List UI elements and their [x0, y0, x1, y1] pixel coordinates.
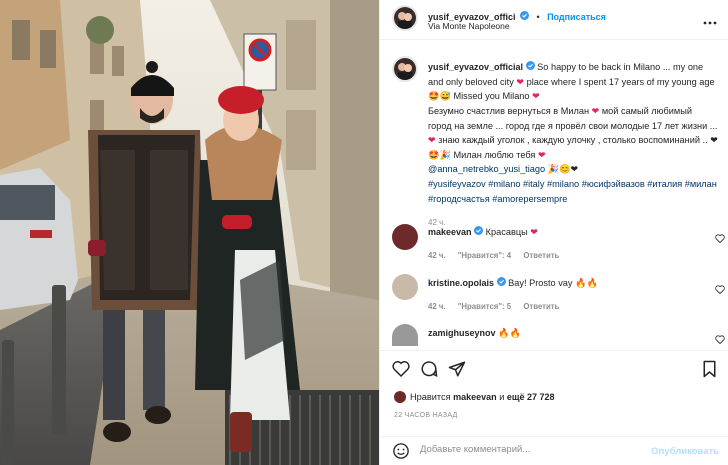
comment-text: Красавцы — [485, 227, 531, 237]
bookmark-icon[interactable] — [702, 360, 717, 383]
street-scene-image — [0, 0, 379, 465]
author-avatar[interactable] — [392, 5, 418, 31]
verified-badge-icon — [525, 60, 535, 75]
share-send-icon[interactable] — [448, 360, 466, 383]
heart-emoji-icon: ❤ — [530, 227, 538, 237]
like-heart-icon[interactable] — [392, 360, 410, 382]
verified-badge-icon — [520, 7, 529, 25]
caption-username[interactable]: yusif_eyvazov_official — [428, 62, 523, 72]
hashtags-link[interactable]: #yusifeyvazov #milano #italy #milano #юс… — [428, 179, 717, 204]
caption-text-en-2: place where I spent 17 years of my young… — [524, 76, 715, 87]
caption-text-ru-4: Милан люблю тебя — [450, 149, 538, 160]
comment-avatar[interactable] — [392, 224, 418, 250]
likes-summary: Нравится makeevan и ещё 27 728 — [410, 392, 555, 402]
smile-emoji-icon: 🤩😅 — [428, 91, 451, 102]
comment-username[interactable]: zamighuseynov — [428, 328, 496, 338]
heart-emoji-icon: ❤ — [532, 91, 540, 102]
post-caption: yusif_eyvazov_official So happy to be ba… — [428, 60, 718, 231]
header-separator: • — [536, 12, 540, 23]
emoji-group-icon: 🔥🔥 — [498, 328, 521, 338]
verified-badge-icon — [496, 277, 506, 290]
comment-avatar[interactable] — [392, 324, 418, 346]
emoji-group-icon: 🔥🔥 — [575, 278, 598, 288]
comment-avatar[interactable] — [392, 274, 418, 300]
caption-avatar[interactable] — [392, 56, 418, 82]
caption-text-en-3: Missed you Milano — [450, 91, 533, 102]
post-photo[interactable] — [0, 0, 379, 465]
follow-button[interactable]: Подписаться — [547, 12, 606, 22]
comment-time[interactable]: 42 ч. — [428, 302, 446, 311]
more-horizontal-icon[interactable] — [703, 12, 717, 30]
emoji-smiley-icon[interactable] — [392, 442, 410, 465]
comment-input[interactable] — [418, 443, 642, 456]
caption-text-ru-1: Безумно счастлив вернуться в Милан — [428, 106, 592, 117]
add-comment-bar: Опубликовать — [380, 436, 728, 465]
mention-link[interactable]: @anna_netrebko_yusi_tiago — [428, 164, 545, 174]
reply-button[interactable]: Ответить — [523, 251, 559, 260]
comment-time[interactable]: 42 ч. — [428, 251, 446, 260]
like-comment-heart-icon[interactable] — [715, 230, 725, 248]
comment-item: kristine.opolais Bay! Prosto vay 🔥🔥 42 ч… — [428, 277, 718, 313]
comment-meta: 42 ч. "Нравится": 4 Ответить — [428, 249, 718, 262]
comment-meta: 42 ч. "Нравится": 5 Ответить — [428, 300, 718, 313]
publish-comment-button[interactable]: Опубликовать — [651, 446, 719, 457]
post-actions-bar — [380, 350, 728, 386]
likes-prefix: Нравится — [410, 392, 454, 402]
heart-emoji-icon: ❤ — [516, 76, 525, 87]
like-comment-heart-icon[interactable] — [715, 281, 725, 299]
caption-text-ru-3: знаю каждый уголок , каждую улочку , сто… — [435, 135, 711, 146]
liker-username[interactable]: makeevan — [453, 392, 497, 402]
comment-username[interactable]: kristine.opolais — [428, 278, 494, 288]
liker-avatar[interactable] — [394, 391, 406, 403]
post-header: yusif_eyvazov_offici • Подписаться Via M… — [380, 0, 728, 40]
heart-emoji-icon: ❤ — [537, 149, 546, 160]
heart-emoji-icon: ❤ — [428, 135, 436, 146]
likes-middle: и — [496, 392, 507, 402]
location-link[interactable]: Via Monte Napoleone — [428, 21, 510, 31]
comment-bubble-icon[interactable] — [420, 360, 438, 383]
comment-likes[interactable]: "Нравится": 5 — [458, 302, 511, 311]
reply-button[interactable]: Ответить — [523, 302, 559, 311]
comment-item: makeevan Красавцы ❤ 42 ч. "Нравится": 4 … — [428, 226, 718, 262]
like-comment-heart-icon[interactable] — [715, 331, 725, 349]
comment-item: zamighuseynov 🔥🔥 — [428, 327, 718, 340]
emoji-group-icon: 🎉😊❤ — [547, 164, 579, 175]
comment-username[interactable]: makeevan — [428, 227, 472, 237]
post-side-panel: yusif_eyvazov_offici • Подписаться Via M… — [379, 0, 728, 465]
likes-count[interactable]: ещё 27 728 — [507, 392, 555, 402]
comment-likes[interactable]: "Нравится": 4 — [458, 251, 511, 260]
comment-text: Bay! Prosto vay — [508, 278, 573, 288]
verified-badge-icon — [474, 226, 484, 239]
post-timestamp[interactable]: 22 ЧАСОВ НАЗАД — [394, 412, 458, 419]
